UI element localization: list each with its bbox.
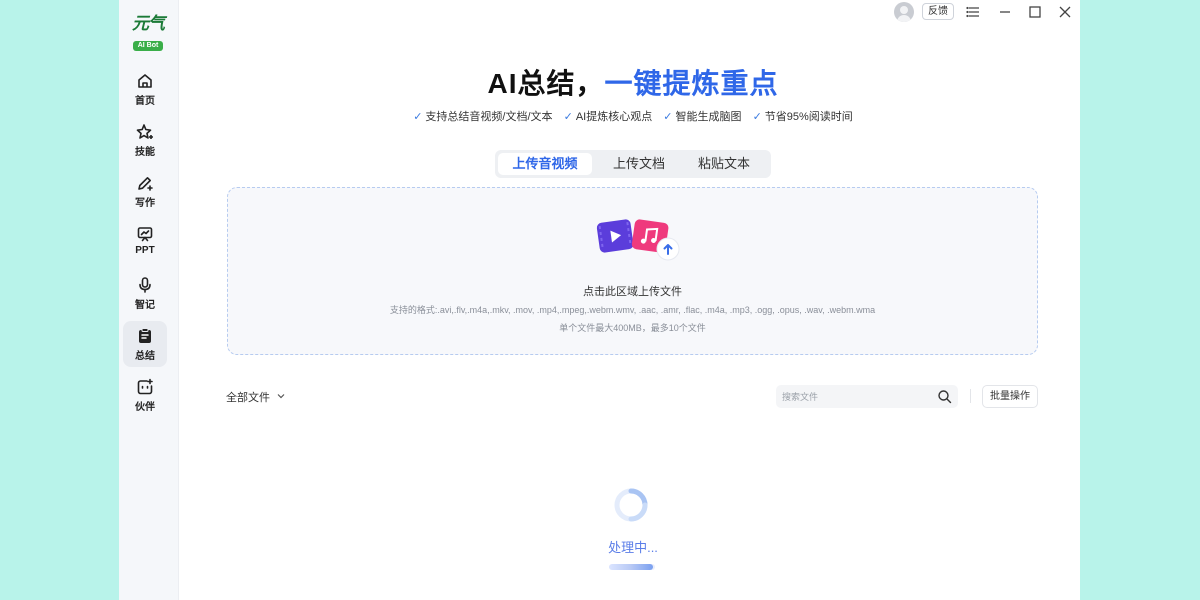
tab-upload-document[interactable]: 上传文档 (592, 153, 686, 175)
title-part-accent: 一键提炼重点 (604, 68, 779, 99)
tab-paste-text[interactable]: 粘贴文本 (677, 153, 771, 175)
sidebar-item-label: 智记 (135, 300, 155, 311)
sidebar-item-partner[interactable]: 伙伴 (123, 372, 167, 418)
logo-text: 元气 (132, 14, 165, 34)
feature-list: ✓ 支持总结音视频/文档/文本 ✓ AI提炼核心观点 ✓ 智能生成脑图 ✓ 节省95%阅… (119, 108, 1080, 124)
upload-tabs: 上传音视频 上传文档 粘贴文本 (495, 150, 771, 178)
upload-dropzone[interactable]: 点击此区域上传文件 支持的格式:.avi,.flv,.m4a,.mkv, .mo… (227, 187, 1038, 355)
close-icon[interactable] (1055, 2, 1075, 22)
supported-formats: 支持的格式:.avi,.flv,.m4a,.mkv, .mov, .mp4,.m… (389, 305, 876, 315)
upload-hint: 点击此区域上传文件 (583, 286, 682, 298)
bot-face-icon (137, 378, 153, 395)
processing-status: 处理中... (608, 540, 658, 555)
pen-icon (138, 177, 153, 191)
file-filter-dropdown[interactable]: 全部文件 (226, 389, 285, 405)
clipboard-summary-icon (139, 328, 151, 343)
tab-upload-media[interactable]: 上传音视频 (498, 153, 592, 175)
avatar-body (897, 15, 911, 22)
user-avatar[interactable] (894, 2, 914, 22)
divider (970, 389, 971, 403)
feature-item: ✓ 节省95%阅读时间 (753, 111, 853, 123)
feature-text: AI提炼核心观点 (575, 111, 653, 123)
media-upload-icon (596, 219, 680, 261)
feature-text: 节省95%阅读时间 (764, 111, 853, 123)
progress-fill (609, 564, 653, 570)
sidebar-item-label: 写作 (135, 198, 155, 209)
filter-label: 全部文件 (226, 392, 270, 404)
sidebar-item-label: PPT (135, 245, 155, 256)
check-icon: ✓ (563, 111, 573, 123)
batch-operation-button[interactable]: 批量操作 (982, 385, 1038, 408)
sidebar-item-label: 总结 (135, 351, 155, 362)
minimize-icon[interactable] (995, 2, 1015, 22)
processing-progress-bar (609, 564, 655, 570)
check-icon: ✓ (663, 111, 673, 123)
chevron-down-icon (277, 394, 285, 399)
search-icon[interactable] (937, 389, 952, 404)
sidebar-item-summary[interactable]: 总结 (123, 321, 167, 367)
file-search (776, 385, 958, 408)
maximize-icon[interactable] (1025, 2, 1045, 22)
title-part-main: AI总结， (487, 68, 605, 99)
sidebar-item-label: 技能 (135, 147, 155, 158)
app-window: 元气 AI Bot 首页 技能 写作 PPT 智记 总结 伙伴 反馈 AI总结，… (119, 0, 1080, 600)
feature-text: 支持总结音视频/文档/文本 (425, 111, 553, 123)
presentation-icon (137, 227, 153, 242)
sidebar-item-notes[interactable]: 智记 (123, 270, 167, 316)
loading-spinner-icon (614, 488, 648, 522)
menu-icon[interactable] (964, 2, 984, 22)
sidebar-item-ppt[interactable]: PPT (123, 219, 167, 265)
search-input[interactable] (782, 388, 932, 405)
app-logo[interactable]: 元气 AI Bot (126, 14, 170, 51)
upload-limit: 单个文件最大400MB，最多10个文件 (559, 323, 706, 333)
logo-badge: AI Bot (132, 41, 164, 51)
avatar-head (900, 6, 908, 14)
sidebar-item-writing[interactable]: 写作 (123, 168, 167, 214)
page-title: AI总结，一键提炼重点 (119, 62, 1080, 102)
sparkle-star-icon (136, 124, 153, 139)
feature-item: ✓ 智能生成脑图 (663, 111, 741, 123)
feature-item: ✓ AI提炼核心观点 (564, 111, 653, 123)
sidebar-item-label: 伙伴 (135, 402, 155, 413)
check-icon: ✓ (413, 111, 423, 123)
check-icon: ✓ (752, 111, 762, 123)
microphone-icon (139, 277, 151, 293)
feedback-button[interactable]: 反馈 (922, 3, 954, 20)
feature-text: 智能生成脑图 (675, 111, 742, 123)
feature-item: ✓ 支持总结音视频/文档/文本 (413, 111, 552, 123)
